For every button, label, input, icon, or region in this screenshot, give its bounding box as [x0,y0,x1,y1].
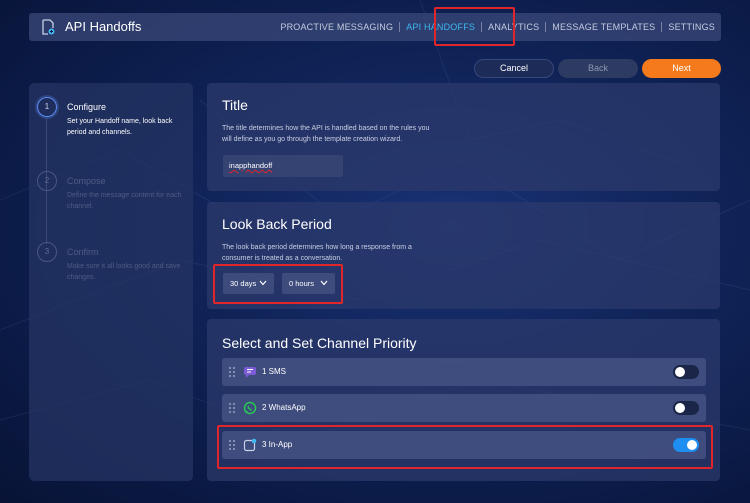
nav-settings[interactable]: SETTINGS [662,13,721,41]
toggle-knob [675,367,685,377]
chevron-down-icon [320,280,328,286]
step-title: Configure [67,102,107,112]
channel-row-in-app[interactable]: 3 In-App [222,431,706,459]
lookback-card: Look Back Period The look back period de… [207,202,720,309]
title-input[interactable]: inapphandoff [223,155,343,177]
channel-label: 2 WhatsApp [262,403,306,412]
step-number: 3 [37,242,57,262]
days-dropdown-value: 30 days [230,279,257,288]
back-button[interactable]: Back [558,59,638,78]
drag-handle-icon[interactable] [228,439,236,451]
card-description: The title determines how the API is hand… [222,125,430,143]
step-description: Make sure it all looks good and save cha… [67,263,181,281]
toggle-knob [675,403,685,413]
card-heading: Title [222,97,248,113]
channel-row-sms[interactable]: 1 SMS [222,358,706,386]
card-heading: Look Back Period [222,216,332,232]
hours-dropdown[interactable]: 0 hours [282,273,335,294]
drag-handle-icon[interactable] [228,366,236,378]
step-number: 1 [37,97,57,117]
whatsapp-toggle[interactable] [673,401,699,415]
channel-label: 1 SMS [262,367,287,376]
hours-dropdown-value: 0 hours [289,279,315,288]
in-app-toggle[interactable] [673,438,699,452]
card-heading: Select and Set Channel Priority [222,335,417,351]
nav-message-templates[interactable]: MESSAGE TEMPLATES [546,13,661,41]
nav-analytics[interactable]: ANALYTICS [482,13,545,41]
nav-api-handoffs[interactable]: API HANDOFFS [400,13,481,41]
days-dropdown[interactable]: 30 days [223,273,274,294]
drag-handle-icon[interactable] [228,402,236,414]
chevron-down-icon [259,280,267,286]
step-description: Set your Handoff name, look back period … [67,118,173,136]
step-number: 2 [37,171,57,191]
whatsapp-icon [243,401,257,415]
cancel-button[interactable]: Cancel [474,59,554,78]
document-plus-icon [42,19,55,35]
in-app-icon [243,438,257,452]
app-title: API Handoffs [65,19,142,34]
channel-label: 3 In-App [262,440,293,449]
card-description: The look back period determines how long… [222,244,412,262]
nav-proactive-messaging[interactable]: PROACTIVE MESSAGING [274,13,399,41]
channels-card: Select and Set Channel Priority 1 SMS 2 … [207,319,720,481]
sms-chat-icon [244,367,256,378]
toggle-knob [687,440,697,450]
step-description: Define the message content for each chan… [67,192,182,210]
channel-row-whatsapp[interactable]: 2 WhatsApp [222,394,706,422]
title-card: Title The title determines how the API i… [207,83,720,191]
top-nav: PROACTIVE MESSAGING API HANDOFFS ANALYTI… [274,13,721,41]
wizard-stepper: 1 Configure Set your Handoff name, look … [29,83,193,481]
step-title: Compose [67,176,106,186]
next-button[interactable]: Next [642,59,721,78]
sms-toggle[interactable] [673,365,699,379]
title-input-value: inapphandoff [229,161,273,170]
step-connector [46,190,47,244]
step-title: Confirm [67,247,99,257]
app-header: API Handoffs PROACTIVE MESSAGING API HAN… [29,13,721,41]
